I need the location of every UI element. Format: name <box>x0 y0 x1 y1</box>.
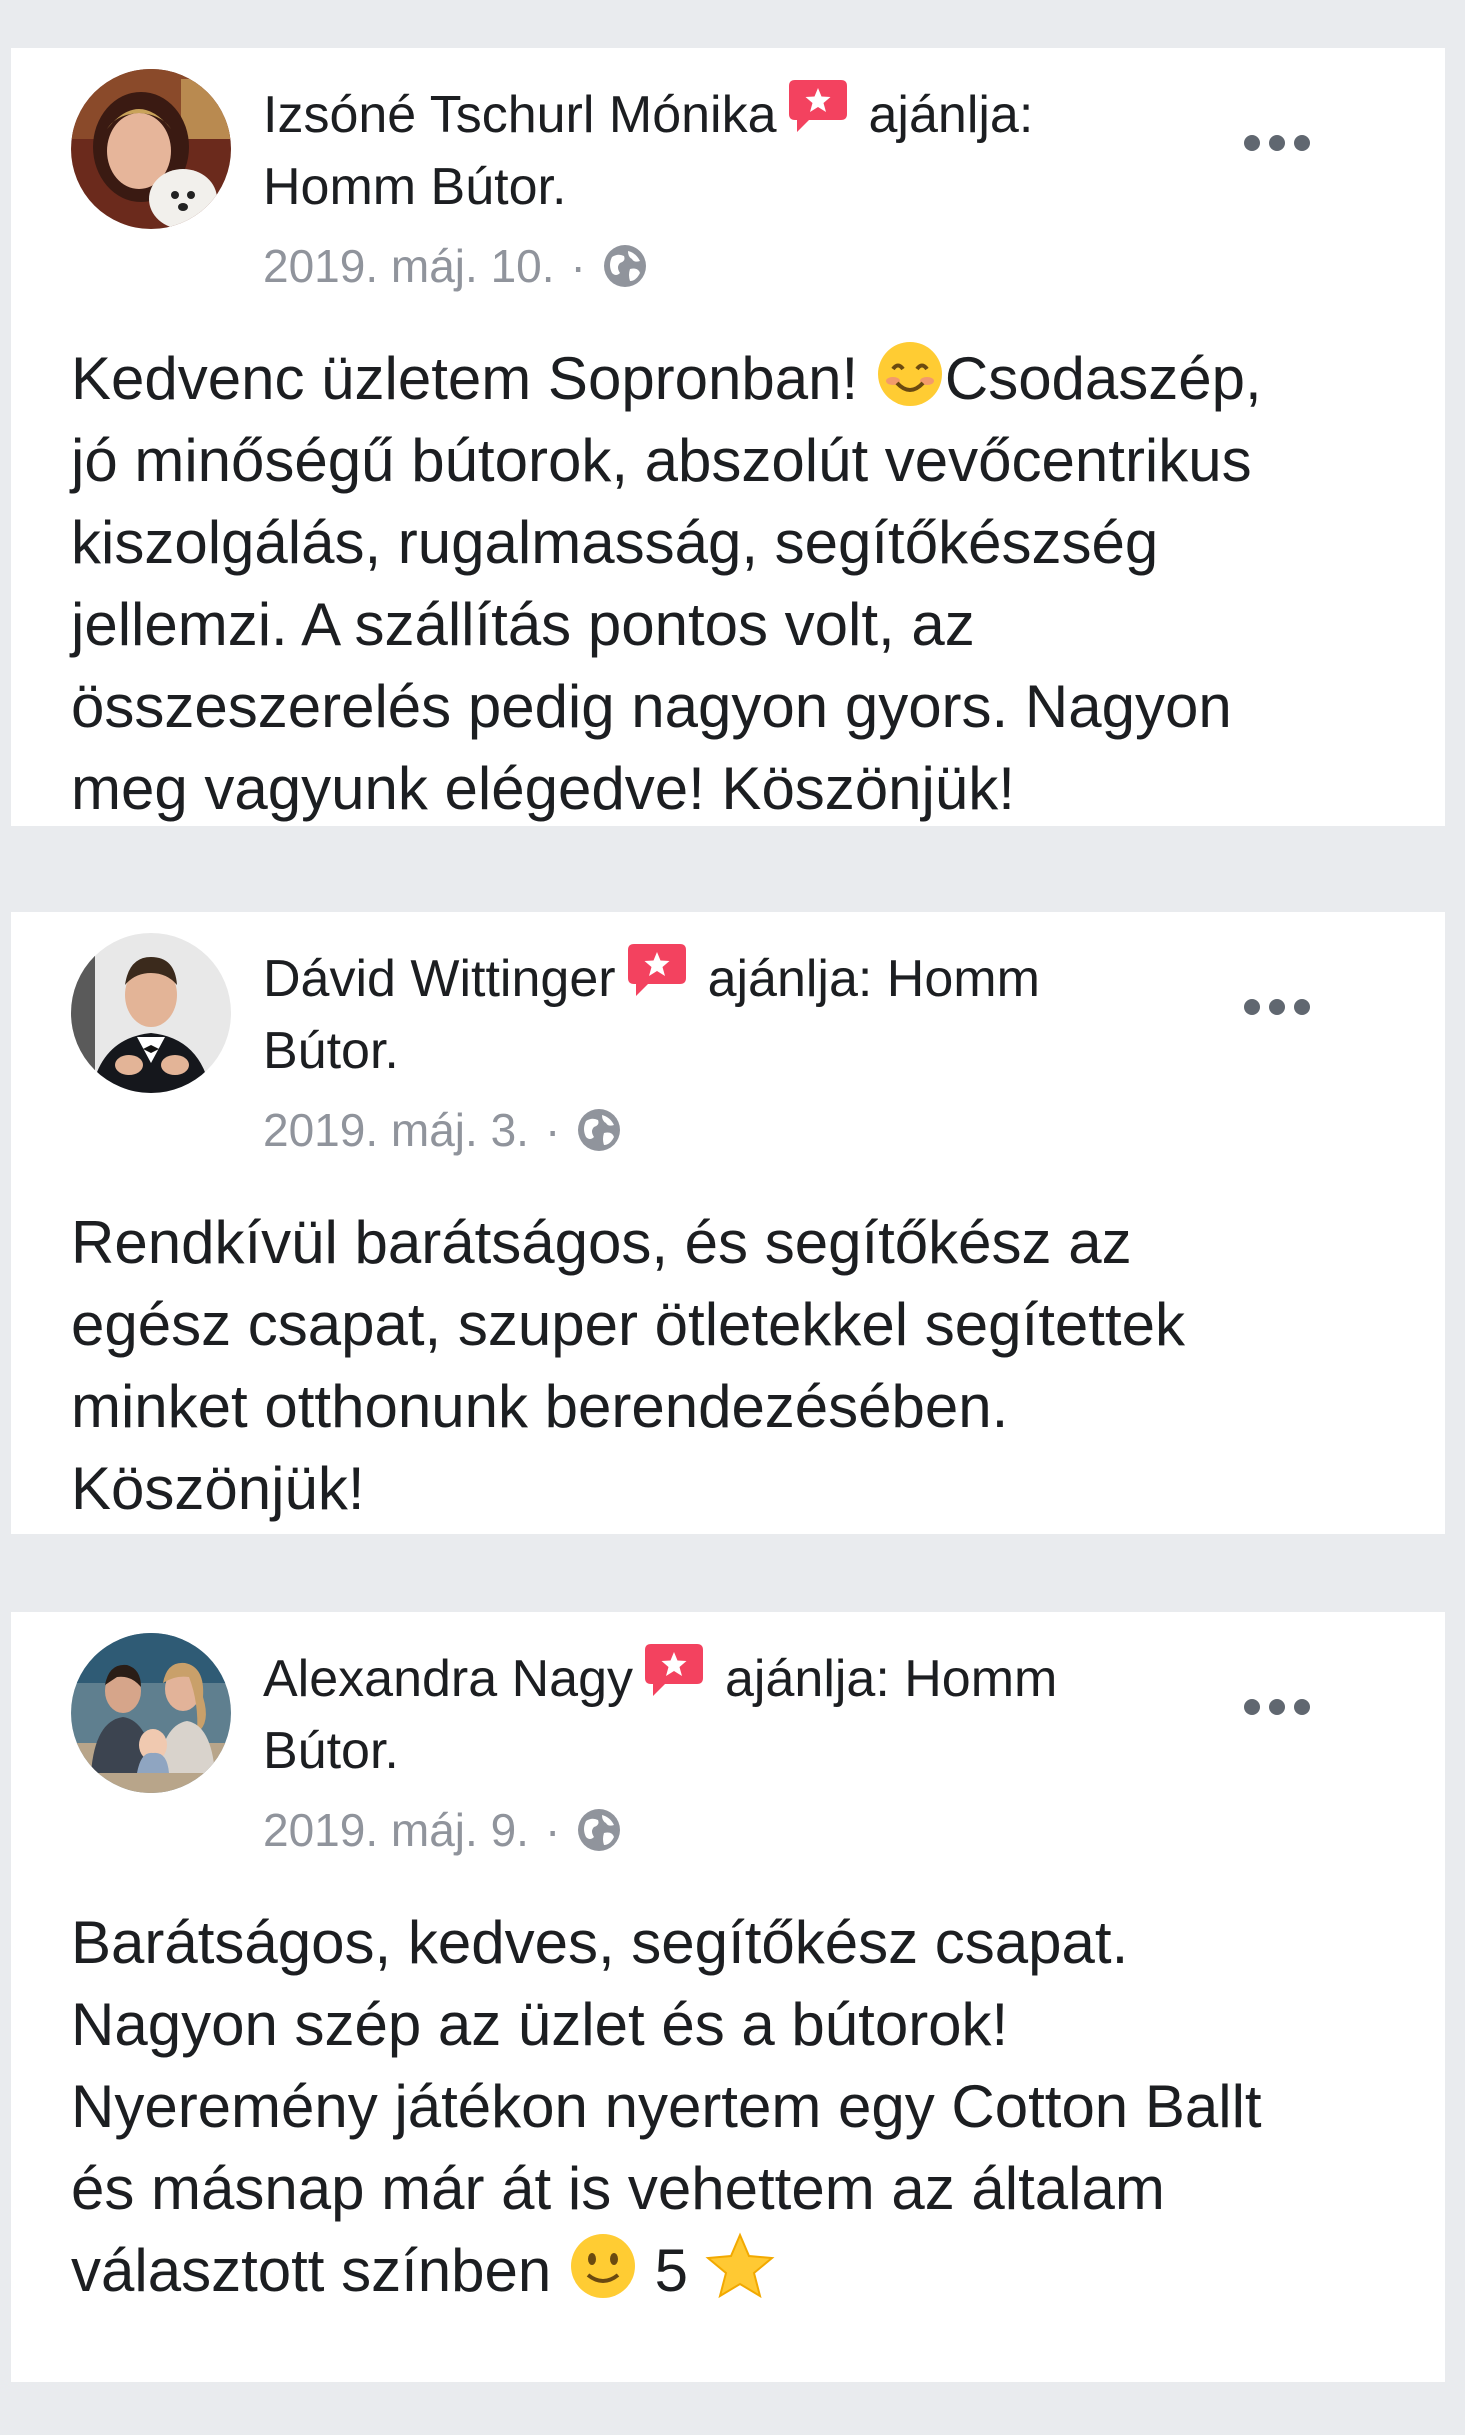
page-link[interactable]: Bútor. <box>263 1722 399 1780</box>
more-options-icon[interactable] <box>1241 1692 1313 1722</box>
review-header: Alexandra Nagy ajánlja: Homm Bútor. <box>263 1640 1143 1787</box>
review-text: Rendkívül barátságos, és segítőkész az e… <box>71 1209 1185 1522</box>
meta-separator: · <box>570 240 586 292</box>
avatar[interactable] <box>71 933 231 1093</box>
review-text: Kedvenc üzletem Sopronban! Csodaszép, jó… <box>71 338 1411 830</box>
recommendation-badge-icon <box>787 76 849 136</box>
post-date[interactable]: 2019. máj. 9. <box>263 1800 529 1860</box>
recommendation-badge-icon <box>626 940 688 1000</box>
review-text-part: Kedvenc üzletem Sopronban! <box>71 345 875 412</box>
slightly-smiling-face-icon <box>568 2231 638 2301</box>
review-card: Dávid Wittinger ajánlja: Homm Bútor. 2019… <box>11 912 1445 1534</box>
recommends-label: ajánlja: Homm <box>725 1650 1058 1708</box>
review-text-part: Csodaszép, jó minőségű bútorok, abszolút… <box>71 345 1262 822</box>
recommends-label: ajánlja: <box>868 86 1034 144</box>
more-options-icon[interactable] <box>1241 992 1313 1022</box>
review-text-part: 5 <box>637 2237 705 2304</box>
recommendation-badge-icon <box>643 1640 705 1700</box>
post-date[interactable]: 2019. máj. 3. <box>263 1100 529 1160</box>
post-date[interactable]: 2019. máj. 10. <box>263 236 555 296</box>
globe-icon <box>576 1807 622 1853</box>
post-meta: 2019. máj. 3. · <box>263 1100 622 1160</box>
star-icon <box>705 2231 775 2301</box>
review-text: Barátságos, kedves, segítőkész csapat. N… <box>71 1902 1411 2312</box>
smiling-face-icon <box>875 339 945 409</box>
meta-separator: · <box>544 1804 561 1856</box>
avatar[interactable] <box>71 1633 231 1793</box>
recommends-label: ajánlja: Homm <box>707 950 1040 1008</box>
review-card: Izsóné Tschurl Mónika ajánlja: Homm Bútor… <box>11 48 1445 826</box>
globe-icon <box>576 1107 622 1153</box>
globe-icon <box>602 243 648 289</box>
meta-separator: · <box>544 1104 561 1156</box>
post-meta: 2019. máj. 9. · <box>263 1800 622 1860</box>
author-name[interactable]: Dávid Wittinger <box>263 950 616 1008</box>
post-meta: 2019. máj. 10. · <box>263 236 648 296</box>
review-header: Dávid Wittinger ajánlja: Homm Bútor. <box>263 940 1143 1087</box>
page-link[interactable]: Bútor. <box>263 1022 399 1080</box>
author-name[interactable]: Alexandra Nagy <box>263 1650 633 1708</box>
more-options-icon[interactable] <box>1241 128 1313 158</box>
review-card: Alexandra Nagy ajánlja: Homm Bútor. 2019.… <box>11 1612 1445 2382</box>
avatar[interactable] <box>71 69 231 229</box>
page-link[interactable]: Homm Bútor. <box>263 158 566 216</box>
review-header: Izsóné Tschurl Mónika ajánlja: Homm Bútor… <box>263 76 1143 223</box>
author-name[interactable]: Izsóné Tschurl Mónika <box>263 86 777 144</box>
